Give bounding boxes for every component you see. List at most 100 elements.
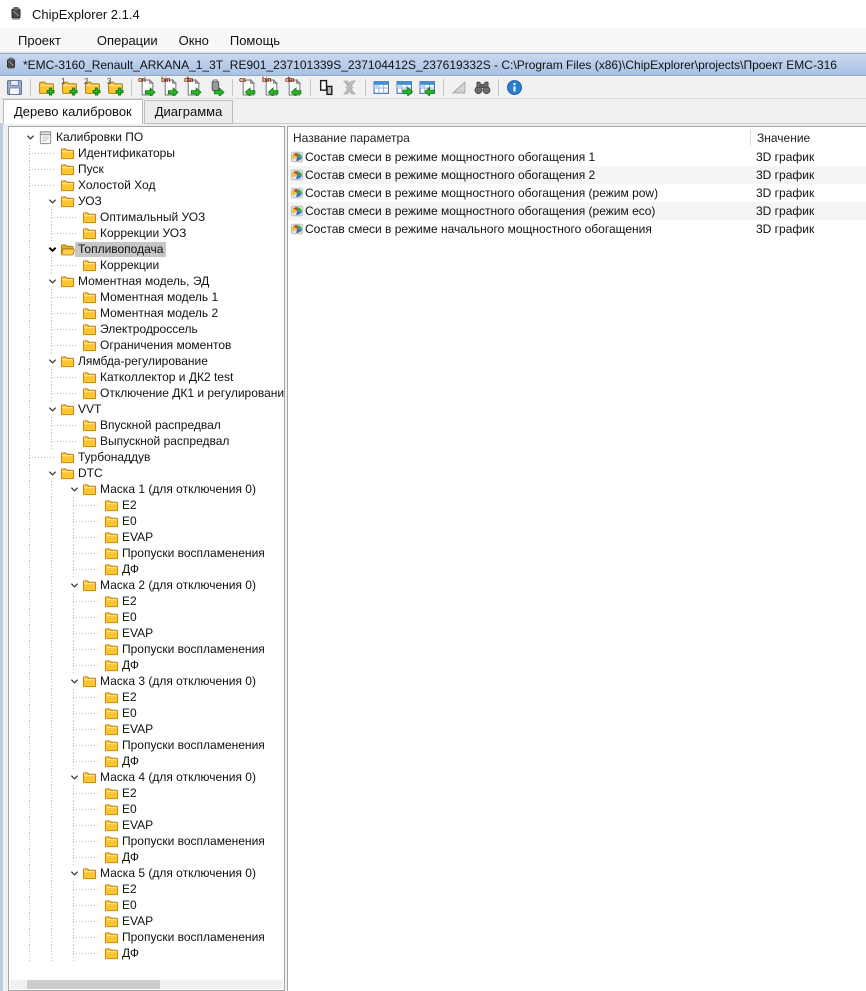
tree-item[interactable]: Пропуски воспламенения xyxy=(9,641,284,657)
import-dta-button[interactable]: dta xyxy=(284,77,305,98)
scrollbar-thumb[interactable] xyxy=(27,980,160,989)
tree-item[interactable]: Маска 5 (для отключения 0) xyxy=(9,865,284,881)
chart-button[interactable] xyxy=(449,77,470,98)
import-cs-button[interactable]: cs xyxy=(238,77,259,98)
chevron-down-icon[interactable] xyxy=(45,242,59,256)
tree-item[interactable]: EVAP xyxy=(9,913,284,929)
tree-item[interactable]: Коррекции УОЗ xyxy=(9,225,284,241)
tree-item[interactable]: Пропуски воспламенения xyxy=(9,929,284,945)
tree-item[interactable]: Электродроссель xyxy=(9,321,284,337)
tree-item[interactable]: Маска 1 (для отключения 0) xyxy=(9,481,284,497)
tree-item[interactable]: Выпускной распредвал xyxy=(9,433,284,449)
add-folder-3-button[interactable]: 3 xyxy=(105,77,126,98)
tree-item[interactable]: E2 xyxy=(9,497,284,513)
chevron-down-icon[interactable] xyxy=(45,466,59,480)
chevron-down-icon[interactable] xyxy=(67,482,81,496)
tree-item[interactable]: Пуск xyxy=(9,161,284,177)
tree-horizontal-scrollbar[interactable] xyxy=(10,980,283,989)
tree-item[interactable]: Моментная модель 2 xyxy=(9,305,284,321)
chevron-down-icon[interactable] xyxy=(67,770,81,784)
tree-item[interactable]: E2 xyxy=(9,689,284,705)
tab-diagram[interactable]: Диаграмма xyxy=(144,100,234,124)
tree-item[interactable]: Ограничения моментов xyxy=(9,337,284,353)
export-bin-button[interactable]: bin xyxy=(160,77,181,98)
tree-item[interactable]: УОЗ xyxy=(9,193,284,209)
tree-item[interactable]: Идентификаторы xyxy=(9,145,284,161)
tree-item[interactable]: Маска 2 (для отключения 0) xyxy=(9,577,284,593)
tree-item[interactable]: EVAP xyxy=(9,721,284,737)
tree-item[interactable]: Оптимальный УОЗ xyxy=(9,209,284,225)
tree-item[interactable]: Маска 3 (для отключения 0) xyxy=(9,673,284,689)
tree-item[interactable]: ДФ xyxy=(9,561,284,577)
tree-item[interactable]: EVAP xyxy=(9,817,284,833)
tree-item[interactable]: Лямбда-регулирование xyxy=(9,353,284,369)
search-button[interactable] xyxy=(472,77,493,98)
import-bin-button[interactable]: bin xyxy=(261,77,282,98)
tree-item[interactable]: Пропуски воспламенения xyxy=(9,833,284,849)
table-import-button[interactable] xyxy=(417,77,438,98)
chevron-down-icon[interactable] xyxy=(67,866,81,880)
tab-calibration-tree[interactable]: Дерево калибровок xyxy=(3,99,143,124)
parameter-row[interactable]: Состав смеси в режиме мощностного обогащ… xyxy=(288,184,866,202)
tree-item[interactable]: DTC xyxy=(9,465,284,481)
add-folder-1-button[interactable]: 1 xyxy=(59,77,80,98)
tree-item[interactable]: Отключение ДК1 и регулировани xyxy=(9,385,284,401)
chevron-down-icon[interactable] xyxy=(45,194,59,208)
tree-item[interactable]: Впускной распредвал xyxy=(9,417,284,433)
tree-item[interactable]: Коррекции xyxy=(9,257,284,273)
parameter-row[interactable]: Состав смеси в режиме мощностного обогащ… xyxy=(288,148,866,166)
tree-item[interactable]: Калибровки ПО xyxy=(9,129,284,145)
tree-item[interactable]: VVT xyxy=(9,401,284,417)
parameter-row[interactable]: Состав смеси в режиме начального мощност… xyxy=(288,220,866,238)
tree-item[interactable]: E0 xyxy=(9,609,284,625)
menu-item-2[interactable]: Операции xyxy=(91,30,164,51)
tree-item[interactable]: E0 xyxy=(9,513,284,529)
tree-item[interactable]: Моментная модель 1 xyxy=(9,289,284,305)
tree-item[interactable]: Пропуски воспламенения xyxy=(9,737,284,753)
tree-item-label: Калибровки ПО xyxy=(53,130,146,145)
chevron-down-icon[interactable] xyxy=(67,674,81,688)
table-view-button[interactable] xyxy=(371,77,392,98)
table-export-button[interactable] xyxy=(394,77,415,98)
tree-item[interactable]: E0 xyxy=(9,897,284,913)
tree-item[interactable]: Турбонаддув xyxy=(9,449,284,465)
add-folder-button[interactable] xyxy=(36,77,57,98)
tree-item[interactable]: E2 xyxy=(9,593,284,609)
info-button[interactable] xyxy=(504,77,525,98)
chevron-down-icon[interactable] xyxy=(45,402,59,416)
tree-item[interactable]: ДФ xyxy=(9,849,284,865)
tree-item[interactable]: EVAP xyxy=(9,529,284,545)
export-ori-button[interactable]: ori xyxy=(137,77,158,98)
parameter-row[interactable]: Состав смеси в режиме мощностного обогащ… xyxy=(288,202,866,220)
export-device-button[interactable] xyxy=(206,77,227,98)
chevron-down-icon[interactable] xyxy=(67,578,81,592)
parameter-row[interactable]: Состав смеси в режиме мощностного обогащ… xyxy=(288,166,866,184)
chevron-down-icon[interactable] xyxy=(23,130,37,144)
tree-item[interactable]: Моментная модель, ЭД xyxy=(9,273,284,289)
tree-item[interactable]: E2 xyxy=(9,881,284,897)
column-header-value[interactable]: Значение xyxy=(750,130,866,145)
column-header-name[interactable]: Название параметра xyxy=(288,131,750,145)
menu-item-1[interactable]: Проект xyxy=(12,30,67,51)
add-folder-2-button[interactable]: 2 xyxy=(82,77,103,98)
tree-item[interactable]: Холостой Ход xyxy=(9,177,284,193)
tree-item[interactable]: ДФ xyxy=(9,657,284,673)
tree-item[interactable]: E2 xyxy=(9,785,284,801)
export-dta-button[interactable]: dta xyxy=(183,77,204,98)
chevron-down-icon[interactable] xyxy=(45,274,59,288)
tree-item[interactable]: Катколлектор и ДК2 test xyxy=(9,369,284,385)
save-button[interactable] xyxy=(4,77,25,98)
tree-item[interactable]: E0 xyxy=(9,705,284,721)
compare-chips-button[interactable] xyxy=(316,77,337,98)
tree-item[interactable]: ДФ xyxy=(9,945,284,961)
tree-item[interactable]: ДФ xyxy=(9,753,284,769)
tree-item[interactable]: EVAP xyxy=(9,625,284,641)
menu-item-3[interactable]: Окно xyxy=(173,30,215,51)
menu-item-4[interactable]: Помощь xyxy=(224,30,286,51)
tree-item[interactable]: Топливоподача xyxy=(9,241,284,257)
chevron-down-icon[interactable] xyxy=(45,354,59,368)
tree-item[interactable]: E0 xyxy=(9,801,284,817)
tree-item[interactable]: Пропуски воспламенения xyxy=(9,545,284,561)
tree-item[interactable]: Маска 4 (для отключения 0) xyxy=(9,769,284,785)
merge-chips-button[interactable] xyxy=(339,77,360,98)
